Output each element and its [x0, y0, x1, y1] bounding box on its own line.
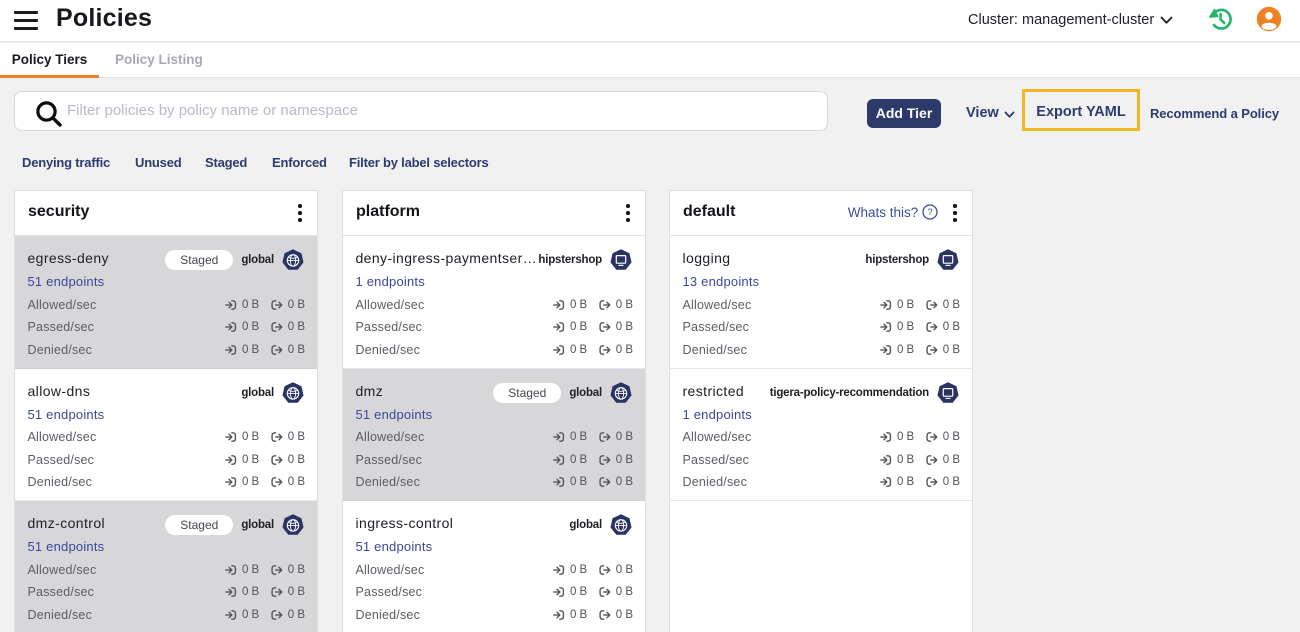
svg-text:?: ?	[927, 207, 932, 218]
